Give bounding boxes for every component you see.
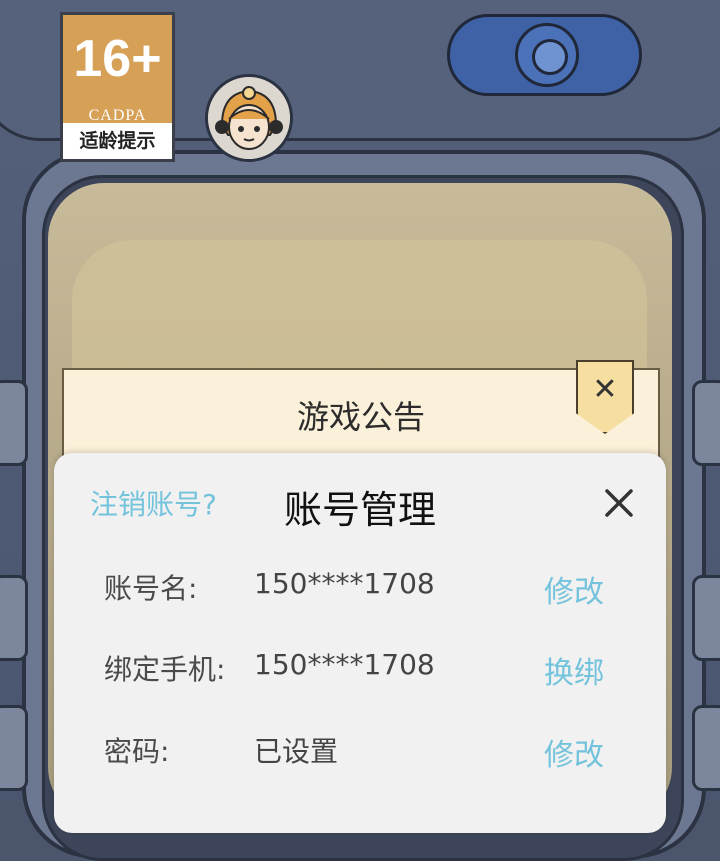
edit-account-name-button[interactable]: 修改	[544, 567, 604, 611]
dialog-title: 账号管理	[284, 488, 437, 532]
side-button-left-3	[0, 705, 28, 791]
bound-phone-label: 绑定手机:	[104, 653, 226, 686]
account-management-dialog: 注销账号? 账号管理 账号名: 150****1708 修改 绑定手机: 150…	[54, 453, 666, 833]
close-icon: ✕	[592, 372, 618, 407]
side-button-left-2	[0, 575, 28, 661]
bound-phone-value: 150****1708	[254, 648, 435, 681]
side-button-right-1	[692, 380, 720, 466]
side-button-right-3	[692, 705, 720, 791]
age-rating-badge: 16+ CADPA 适龄提示	[60, 12, 175, 162]
announcement-title: 游戏公告	[296, 398, 425, 436]
age-rating-number: 16+	[73, 30, 162, 88]
account-name-value: 150****1708	[254, 567, 435, 600]
rebind-phone-button[interactable]: 换绑	[544, 648, 604, 692]
camera-lens-icon	[515, 23, 579, 87]
edit-password-button[interactable]: 修改	[544, 730, 604, 774]
close-icon	[605, 489, 633, 517]
cancel-account-link[interactable]: 注销账号?	[90, 483, 217, 523]
side-button-right-2	[692, 575, 720, 661]
character-avatar-icon	[208, 77, 290, 159]
side-button-left-1	[0, 380, 28, 466]
avatar[interactable]	[205, 74, 293, 162]
age-rating-tip: 适龄提示	[63, 123, 172, 159]
dialog-close-button[interactable]	[599, 483, 639, 523]
camera-module	[447, 14, 642, 96]
account-name-label: 账号名:	[104, 572, 198, 605]
password-label: 密码:	[104, 735, 170, 768]
password-value: 已设置	[254, 735, 339, 768]
